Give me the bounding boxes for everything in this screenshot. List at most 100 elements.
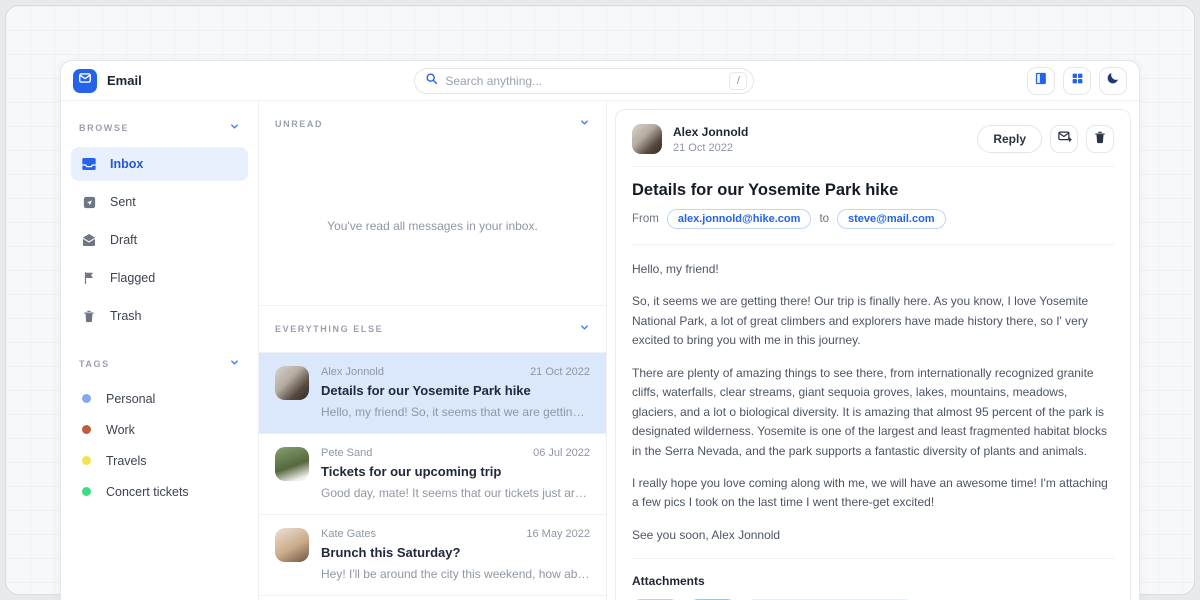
divider: [632, 244, 1114, 245]
browse-label: BROWSE: [79, 123, 129, 133]
delete-mail-button[interactable]: [1086, 125, 1114, 153]
mail-paragraph: So, it seems we are getting there! Our t…: [632, 292, 1114, 350]
tags-label: TAGS: [79, 359, 110, 369]
sidebar: BROWSE Inbox: [61, 101, 259, 600]
dark-mode-button[interactable]: [1099, 67, 1127, 95]
everything-else-label: EVERYTHING ELSE: [275, 324, 383, 334]
browse-section-header[interactable]: BROWSE: [71, 111, 248, 147]
search-bar[interactable]: /: [414, 68, 754, 94]
mail-detail-header: Alex Jonnold 21 Oct 2022 Reply: [632, 124, 1114, 154]
tag-item-travels[interactable]: Travels: [71, 445, 248, 476]
apps-grid-icon: [1071, 72, 1084, 90]
sidebar-item-draft[interactable]: Draft: [71, 223, 248, 257]
app-title: Email: [107, 73, 142, 88]
mail-date: 21 Oct 2022: [673, 142, 748, 154]
email-app-window: Email /: [60, 60, 1140, 600]
mail-paragraph: There are plenty of amazing things to se…: [632, 364, 1114, 461]
mail-actions: Reply: [977, 125, 1114, 153]
envelope-icon: [78, 71, 92, 90]
reply-button[interactable]: Reply: [977, 125, 1042, 153]
mail-list-item-alex[interactable]: Alex Jonnold 21 Oct 2022 Details for our…: [259, 352, 606, 433]
book-icon: [1034, 71, 1049, 91]
trash-icon: [81, 308, 97, 324]
mail-preview: Good day, mate! It seems that our ticket…: [321, 486, 590, 500]
unread-section-header[interactable]: UNREAD: [259, 101, 606, 147]
mail-sender: Kate Gates: [321, 528, 376, 540]
sidebar-item-flagged[interactable]: Flagged: [71, 261, 248, 295]
tags-section: TAGS Personal Work Travels: [71, 347, 248, 507]
tag-label: Work: [106, 423, 135, 437]
unread-label: UNREAD: [275, 119, 323, 129]
tag-item-personal[interactable]: Personal: [71, 383, 248, 414]
sent-icon: [81, 194, 97, 210]
to-label: to: [819, 213, 829, 225]
mail-preview: Hello, my friend! So, it seems that we a…: [321, 405, 590, 419]
mail-item-content: Alex Jonnold 21 Oct 2022 Details for our…: [321, 366, 590, 419]
app-body: BROWSE Inbox: [61, 101, 1139, 600]
mail-date: 16 May 2022: [526, 528, 590, 540]
mail-sender: Alex Jonnold: [321, 366, 384, 378]
mail-paragraph: I really hope you love coming along with…: [632, 474, 1114, 513]
everything-else-section-header[interactable]: EVERYTHING ELSE: [259, 305, 606, 352]
tag-label: Concert tickets: [106, 485, 189, 499]
tag-label: Travels: [106, 454, 147, 468]
tag-item-concert-tickets[interactable]: Concert tickets: [71, 476, 248, 507]
mail-paragraph: See you soon, Alex Jonnold: [632, 526, 1114, 545]
tag-label: Personal: [106, 392, 155, 406]
trash-icon: [1093, 130, 1107, 149]
mail-item-content: Kate Gates 16 May 2022 Brunch this Satur…: [321, 528, 590, 581]
mail-detail-column: Alex Jonnold 21 Oct 2022 Reply: [607, 101, 1139, 600]
chevron-down-icon: [229, 355, 240, 373]
mail-date: 21 Oct 2022: [530, 366, 590, 378]
from-email-chip[interactable]: alex.jonnold@hike.com: [667, 209, 812, 229]
mail-body: Hello, my friend! So, it seems we are ge…: [632, 260, 1114, 545]
sidebar-item-label: Sent: [110, 195, 136, 209]
inbox-icon: [81, 156, 97, 172]
mail-list-item-kate[interactable]: Kate Gates 16 May 2022 Brunch this Satur…: [259, 514, 606, 596]
mail-subject: Tickets for our upcoming trip: [321, 464, 590, 479]
flag-icon: [81, 270, 97, 286]
tag-color-dot: [82, 456, 91, 465]
from-to-row: From alex.jonnold@hike.com to steve@mail…: [632, 209, 1114, 229]
sidebar-item-label: Draft: [110, 233, 137, 247]
tag-color-dot: [82, 425, 91, 434]
app-header: Email /: [61, 61, 1139, 101]
mail-subject-heading: Details for our Yosemite Park hike: [632, 181, 1114, 200]
search-icon: [425, 72, 438, 90]
envelope-forward-icon: [1057, 129, 1072, 149]
mail-date: 06 Jul 2022: [533, 447, 590, 459]
sender-name: Alex Jonnold: [673, 125, 748, 139]
sidebar-item-label: Inbox: [110, 157, 143, 171]
draft-icon: [81, 232, 97, 248]
avatar: [275, 366, 309, 400]
from-label: From: [632, 213, 659, 225]
search-input[interactable]: [445, 74, 729, 88]
sidebar-item-sent[interactable]: Sent: [71, 185, 248, 219]
sidebar-item-inbox[interactable]: Inbox: [71, 147, 248, 181]
apps-grid-button[interactable]: [1063, 67, 1091, 95]
chevron-down-icon: [229, 119, 240, 137]
header-actions: [1027, 67, 1127, 95]
unread-empty-state: You've read all messages in your inbox.: [259, 147, 606, 305]
moon-icon: [1106, 71, 1120, 90]
mail-paragraph: Hello, my friend!: [632, 260, 1114, 279]
mail-item-content: Pete Sand 06 Jul 2022 Tickets for our up…: [321, 447, 590, 500]
forward-mail-button[interactable]: [1050, 125, 1078, 153]
avatar: [275, 447, 309, 481]
divider: [632, 558, 1114, 559]
mail-list-item-pete[interactable]: Pete Sand 06 Jul 2022 Tickets for our up…: [259, 433, 606, 514]
mail-preview: Hey! I'll be around the city this weeken…: [321, 567, 590, 581]
to-email-chip[interactable]: steve@mail.com: [837, 209, 946, 229]
mail-subject: Brunch this Saturday?: [321, 545, 590, 560]
tags-section-header[interactable]: TAGS: [71, 347, 248, 383]
tag-color-dot: [82, 487, 91, 496]
search-shortcut-badge: /: [729, 72, 747, 90]
tag-item-work[interactable]: Work: [71, 414, 248, 445]
sidebar-item-trash[interactable]: Trash: [71, 299, 248, 333]
chevron-down-icon: [579, 115, 590, 133]
tag-color-dot: [82, 394, 91, 403]
divider: [632, 166, 1114, 167]
attachments-label: Attachments: [632, 574, 1114, 588]
mail-sender: Pete Sand: [321, 447, 372, 459]
address-book-button[interactable]: [1027, 67, 1055, 95]
